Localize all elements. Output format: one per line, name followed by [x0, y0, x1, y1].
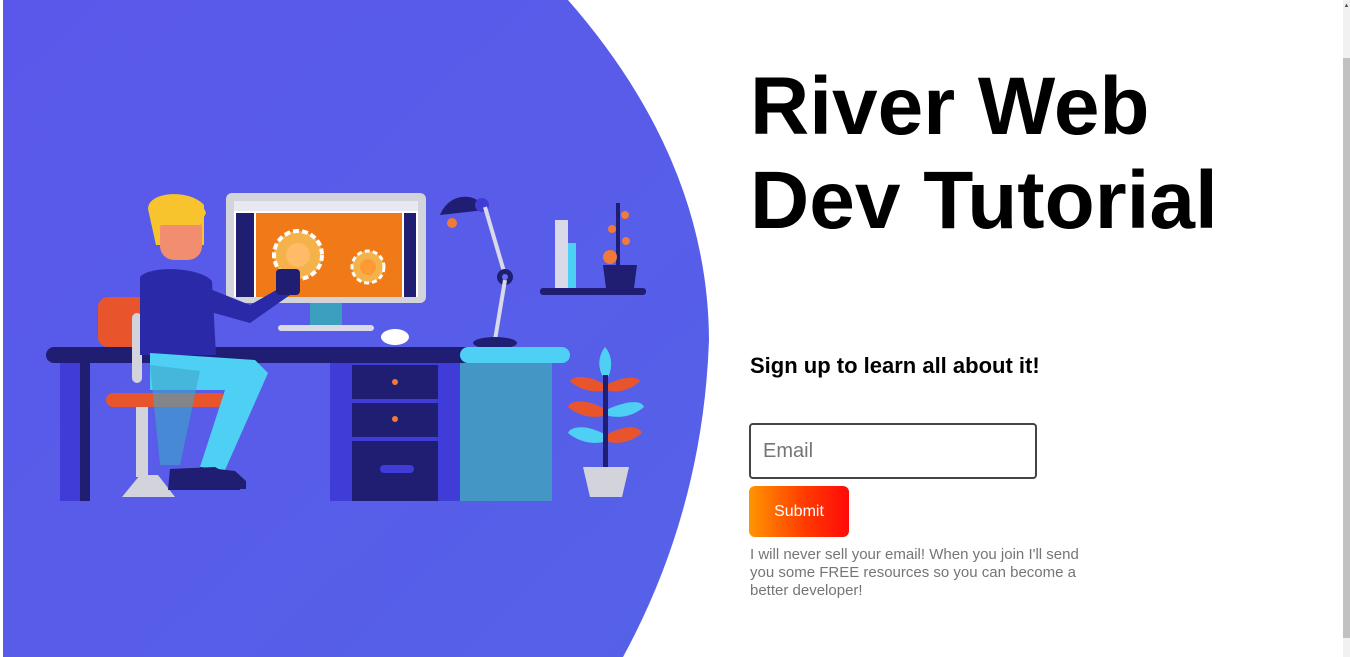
- landing-page: River Web Dev Tutorial Sign up to learn …: [0, 0, 1350, 657]
- vertical-scrollbar[interactable]: ▲: [1343, 0, 1350, 657]
- submit-button[interactable]: Submit: [749, 486, 849, 537]
- shelf-icon: [540, 203, 646, 295]
- page-title: River Web Dev Tutorial: [750, 61, 1218, 246]
- scroll-up-icon[interactable]: ▲: [1343, 0, 1350, 12]
- desk-lamp-icon: [440, 196, 517, 349]
- privacy-note: I will never sell your email! When you j…: [750, 546, 1079, 599]
- desk-icon: [46, 347, 570, 501]
- email-input[interactable]: [749, 423, 1037, 479]
- signup-heading: Sign up to learn all about it!: [750, 353, 1040, 378]
- developer-at-desk-illustration: [40, 185, 660, 515]
- plant-icon: [568, 347, 644, 497]
- scrollbar-thumb[interactable]: [1343, 58, 1350, 638]
